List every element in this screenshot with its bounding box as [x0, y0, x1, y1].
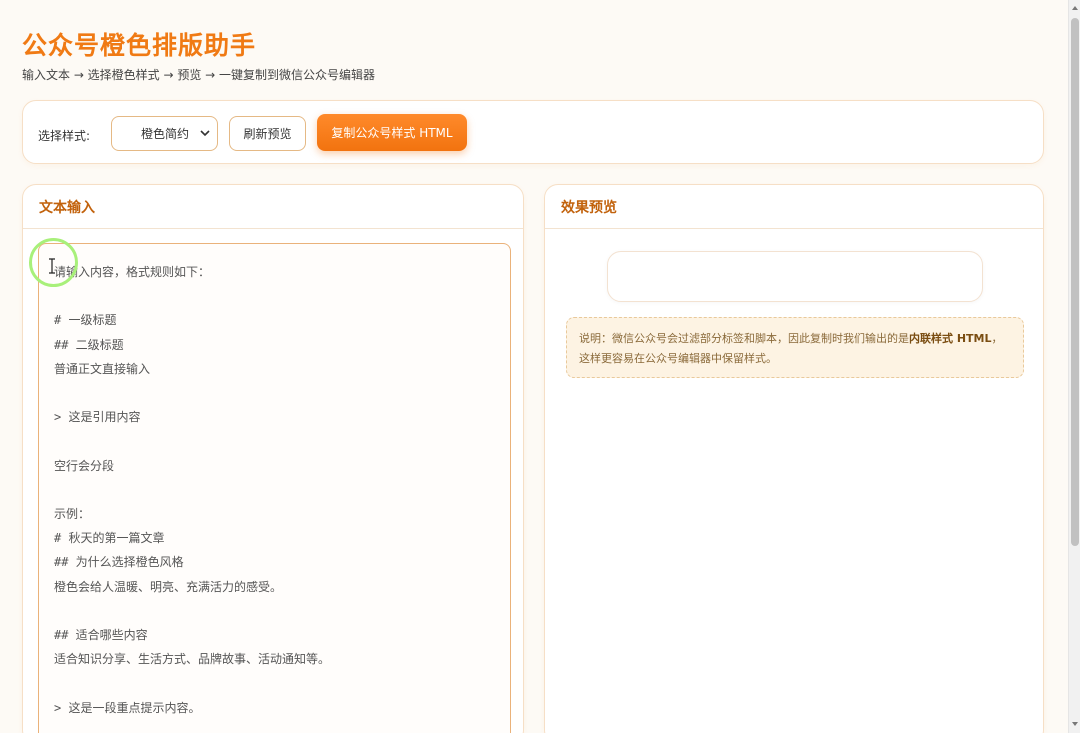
note-text-prefix: 说明：微信公众号会过滤部分标签和脚本，因此复制时我们输出的是 [579, 332, 909, 345]
toolbar: 选择样式: 橙色简约 刷新预览 复制公众号样式 HTML [22, 100, 1044, 164]
copy-html-button[interactable]: 复制公众号样式 HTML [317, 114, 467, 151]
page-scrollbar[interactable] [1068, 0, 1080, 733]
style-label: 选择样式: [38, 129, 91, 143]
scroll-up-arrow-icon[interactable] [1071, 4, 1079, 12]
preview-panel: 效果预览 说明：微信公众号会过滤部分标签和脚本，因此复制时我们输出的是内联样式 … [544, 184, 1044, 733]
chevron-down-icon [200, 130, 210, 137]
style-select-value: 橙色简约 [141, 127, 190, 141]
app-page: 公众号橙色排版助手 输入文本 → 选择橙色样式 → 预览 → 一键复制到微信公众… [0, 0, 1068, 733]
style-select[interactable]: 橙色简约 [111, 116, 218, 151]
note-text-bold: 内联样式 HTML [909, 332, 992, 345]
preview-panel-title: 效果预览 [545, 185, 1043, 229]
page-title: 公众号橙色排版助手 [22, 31, 257, 60]
note-box: 说明：微信公众号会过滤部分标签和脚本，因此复制时我们输出的是内联样式 HTML，… [566, 317, 1024, 378]
input-panel-title: 文本输入 [23, 185, 523, 229]
page-subtitle: 输入文本 → 选择橙色样式 → 预览 → 一键复制到微信公众号编辑器 [22, 68, 376, 82]
text-input[interactable]: 请输入内容，格式规则如下： # 一级标题 ## 二级标题 普通正文直接输入 > … [38, 243, 511, 733]
text-cursor-icon [49, 258, 55, 274]
refresh-preview-button[interactable]: 刷新预览 [229, 116, 306, 151]
scrollbar-thumb[interactable] [1071, 18, 1079, 546]
input-panel: 文本输入 请输入内容，格式规则如下： # 一级标题 ## 二级标题 普通正文直接… [22, 184, 524, 733]
preview-card [607, 251, 983, 302]
scroll-down-arrow-icon[interactable] [1071, 720, 1079, 728]
